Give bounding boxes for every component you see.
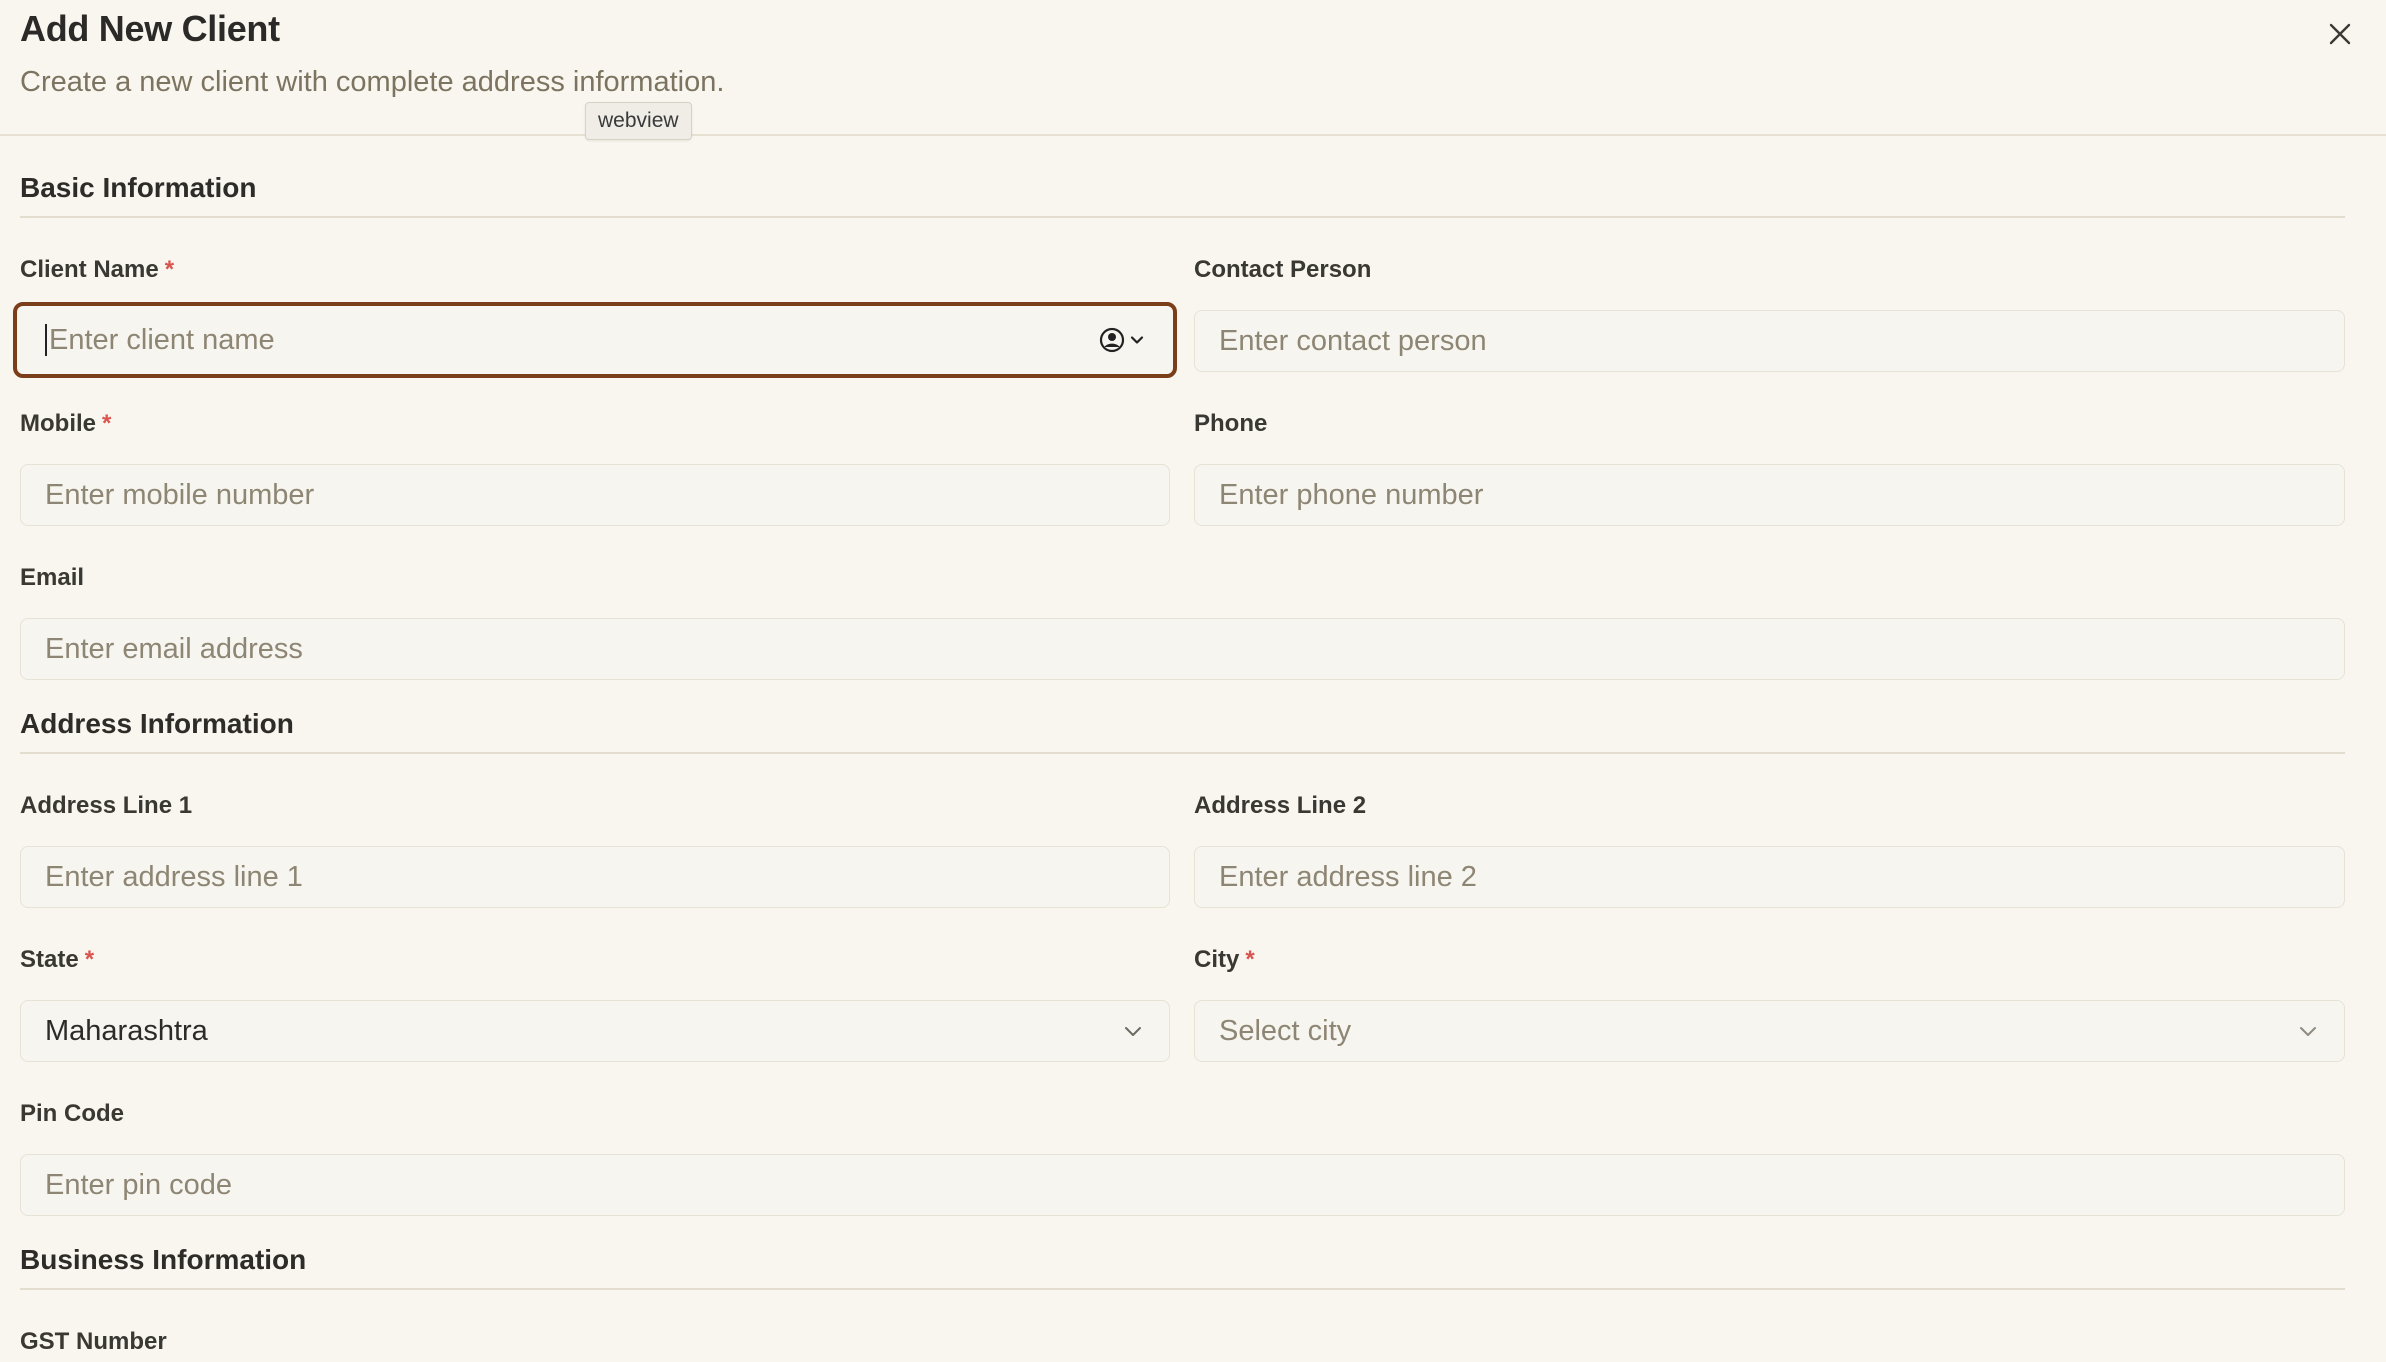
pin-code-placeholder: Enter pin code [45,1168,233,1201]
mobile-label-text: Mobile [20,410,96,437]
chevron-down-icon [1130,336,1144,344]
contact-person-label: Contact Person [1194,256,1372,283]
phone-placeholder: Enter phone number [1219,478,1484,511]
dialog-title: Add New Client [20,8,280,49]
section-title-basic: Basic Information [20,172,257,203]
section-divider [20,1288,2345,1290]
mobile-label: Mobile * [20,410,111,438]
email-placeholder: Enter email address [45,632,303,665]
pin-code-label: Pin Code [20,1100,125,1127]
address-line-2-label: Address Line 2 [1194,792,1367,819]
required-marker: * [84,946,95,973]
gst-number-label: GST Number [20,1328,167,1355]
chevron-down-icon [2300,1027,2316,1036]
phone-input[interactable]: Enter phone number [1194,464,2345,526]
phone-label: Phone [1194,410,1268,437]
address-line-1-input[interactable]: Enter address line 1 [20,846,1170,908]
text-caret [45,324,47,356]
person-circle-icon [1099,327,1125,353]
required-marker: * [1245,946,1255,973]
client-name-placeholder: Enter client name [49,323,275,356]
contact-person-placeholder: Enter contact person [1219,324,1487,357]
address-line-1-label: Address Line 1 [20,792,193,819]
webview-tooltip: webview [585,102,692,140]
dialog-header: Add New Client Create a new client with … [0,0,2386,136]
required-marker: * [102,410,112,437]
city-label: City * [1194,946,1255,974]
address-line-2-input[interactable]: Enter address line 2 [1194,846,2345,908]
address-line-2-placeholder: Enter address line 2 [1219,860,1477,893]
state-label: State * [20,946,94,974]
city-placeholder: Select city [1219,1014,1352,1047]
close-icon [2329,23,2351,45]
email-input[interactable]: Enter email address [20,618,2345,680]
client-name-label-text: Client Name [20,256,159,283]
required-marker: * [164,256,175,283]
client-name-input[interactable]: Enter client name [13,302,1177,378]
state-select[interactable]: Maharashtra [20,1000,1170,1062]
chevron-down-icon [1125,1027,1141,1036]
state-label-text: State [20,946,79,973]
contact-person-input[interactable]: Enter contact person [1194,310,2345,372]
mobile-placeholder: Enter mobile number [45,478,315,511]
section-divider [20,752,2345,754]
city-label-text: City [1194,946,1240,973]
pin-code-input[interactable]: Enter pin code [20,1154,2345,1216]
state-selected-value: Maharashtra [45,1014,208,1047]
section-title-business: Business Information [20,1244,307,1275]
autofill-contact-button[interactable] [1099,327,1145,353]
email-label: Email [20,564,85,591]
client-name-label: Client Name * [20,256,174,284]
city-select[interactable]: Select city [1194,1000,2345,1062]
section-divider [20,216,2345,218]
mobile-input[interactable]: Enter mobile number [20,464,1170,526]
dialog-subtitle: Create a new client with complete addres… [20,66,725,98]
address-line-1-placeholder: Enter address line 1 [45,860,303,893]
close-button[interactable] [2320,14,2360,54]
section-title-address: Address Information [20,708,294,739]
